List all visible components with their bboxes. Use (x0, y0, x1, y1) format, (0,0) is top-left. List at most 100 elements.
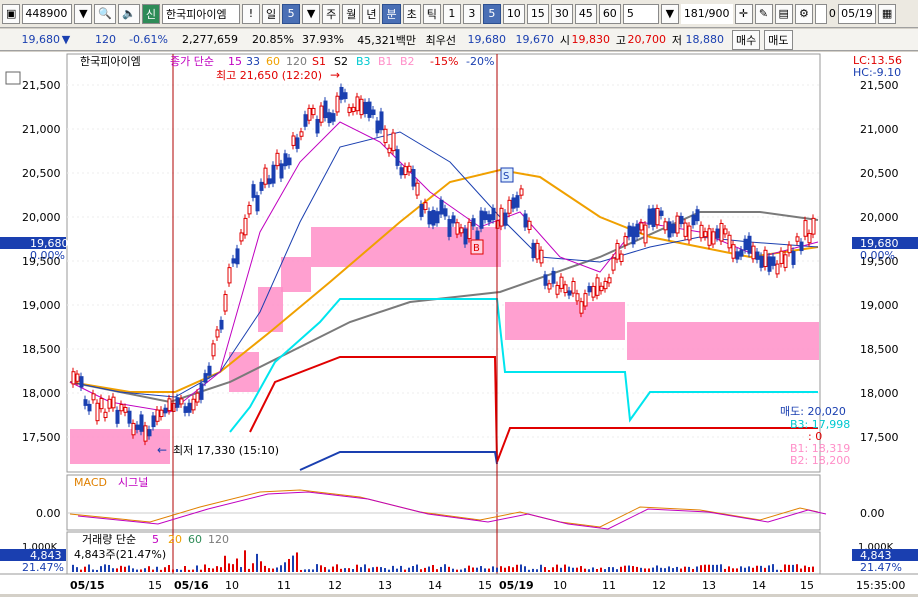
crosshair-icon[interactable]: ✛ (734, 3, 753, 24)
period-week-button[interactable]: 주 (322, 3, 341, 24)
candle-body (351, 106, 356, 113)
candle-body (479, 210, 484, 229)
period-month-button[interactable]: 월 (342, 3, 361, 24)
candle-body (783, 254, 788, 268)
interval-10-button[interactable]: 10 (502, 3, 525, 24)
volume-bar (460, 569, 462, 572)
sell-button[interactable]: 매도 (764, 29, 793, 50)
volume-bar (600, 567, 602, 572)
volume-bar (680, 568, 682, 572)
price-change-pct: -0.61% (129, 33, 168, 46)
count-select-dropdown[interactable]: ▼ (660, 3, 679, 24)
volume-bar (284, 562, 286, 572)
macd-label: MACD (74, 476, 107, 489)
period-num-button[interactable]: 5 (282, 3, 301, 24)
price-tick-left: 20,000 (22, 211, 61, 224)
volume-bar (656, 565, 658, 572)
chart-area[interactable]: 한국피아이엠 종가 단순 15 33 60 120 S1 S2 B3 B1 B2… (0, 52, 918, 594)
interval-3-button[interactable]: 3 (462, 3, 481, 24)
candle-body (323, 100, 328, 119)
date-field[interactable]: 05/19 (837, 3, 876, 24)
interval-60-button[interactable]: 60 (598, 3, 621, 24)
volume-bar (504, 567, 506, 572)
price-tick-right: 21,000 (860, 123, 899, 136)
volume-bar (584, 568, 586, 572)
candle-body (379, 111, 384, 131)
candle-body (267, 178, 272, 185)
candle-body (263, 167, 268, 185)
candle-body (723, 228, 728, 235)
candle-body (203, 373, 208, 383)
period-dropdown[interactable]: ▼ (302, 3, 321, 24)
candle-body (547, 283, 552, 290)
period-day-button[interactable]: 일 (261, 3, 281, 24)
volume-bar (488, 568, 490, 572)
candle-body (583, 293, 588, 307)
candle-body (359, 98, 364, 116)
trade-amount: 45,321백만 (357, 33, 416, 47)
candle-body (403, 166, 408, 176)
period-second-button[interactable]: 초 (402, 3, 421, 24)
volume-bar (652, 567, 654, 572)
draw-tool-icon[interactable]: ✎ (754, 3, 773, 24)
volume-bar (180, 569, 182, 572)
volume-bar (196, 565, 198, 572)
shin-badge[interactable]: 신 (141, 3, 160, 24)
stock-code-input[interactable]: 448900 (22, 3, 73, 24)
period-minute-button[interactable]: 분 (382, 3, 401, 24)
volume-bar (484, 568, 486, 572)
menu-icon[interactable]: ▣ (2, 3, 21, 24)
volume-bar (476, 567, 478, 572)
volume-bar (736, 568, 738, 572)
period-tick-button[interactable]: 틱 (422, 3, 441, 24)
candle-body (191, 398, 196, 411)
volume-bar (524, 566, 526, 572)
volume-bar (76, 567, 78, 572)
candle-body (511, 197, 516, 209)
high-label: 고 (615, 33, 626, 47)
cloud-block (229, 352, 259, 392)
volume-bar (164, 567, 166, 572)
candle-body (79, 376, 84, 388)
candle-body (347, 107, 352, 113)
candle-body (571, 281, 576, 294)
volume-bar (408, 567, 410, 572)
candle-body (355, 96, 360, 112)
volume-bar (744, 567, 746, 572)
volume-bar (200, 569, 202, 572)
interval-1-button[interactable]: 1 (442, 3, 461, 24)
interval-45-button[interactable]: 45 (574, 3, 597, 24)
candle-body (759, 255, 764, 268)
code-dropdown-button[interactable]: ▼ (74, 3, 93, 24)
volume-bar (372, 567, 374, 572)
interval-30-button[interactable]: 30 (550, 3, 573, 24)
buy-button[interactable]: 매수 (732, 29, 761, 50)
candle-body (559, 276, 564, 289)
volume-bar (368, 568, 370, 572)
alert-button[interactable]: ! (241, 3, 260, 24)
volume-bar (244, 550, 246, 572)
current-pct-left: 0.00% (30, 249, 65, 262)
candle-body (163, 407, 168, 414)
volume-bar (480, 566, 482, 572)
candle-body (699, 224, 704, 239)
period-year-button[interactable]: 년 (362, 3, 381, 24)
save-icon[interactable]: ▤ (774, 3, 793, 24)
volume-bar (564, 564, 566, 572)
volume-bar (308, 569, 310, 572)
interval-15-button[interactable]: 15 (526, 3, 549, 24)
calendar-icon[interactable]: ▦ (877, 3, 897, 24)
count-select[interactable]: 5 (622, 3, 659, 24)
open-label: 시 (559, 33, 570, 47)
volume-bar (376, 566, 378, 572)
candle-body (483, 211, 488, 221)
checkbox[interactable] (814, 3, 827, 24)
panel-settings-icon[interactable] (5, 71, 21, 85)
candle-body (515, 195, 520, 208)
interval-5-button[interactable]: 5 (482, 3, 501, 24)
candle-body (259, 181, 264, 191)
speaker-icon[interactable]: 🔈 (118, 3, 140, 24)
search-icon[interactable]: 🔍 (94, 3, 117, 24)
low-price: 18,880 (685, 33, 725, 46)
gear-icon[interactable]: ⚙ (794, 3, 813, 24)
